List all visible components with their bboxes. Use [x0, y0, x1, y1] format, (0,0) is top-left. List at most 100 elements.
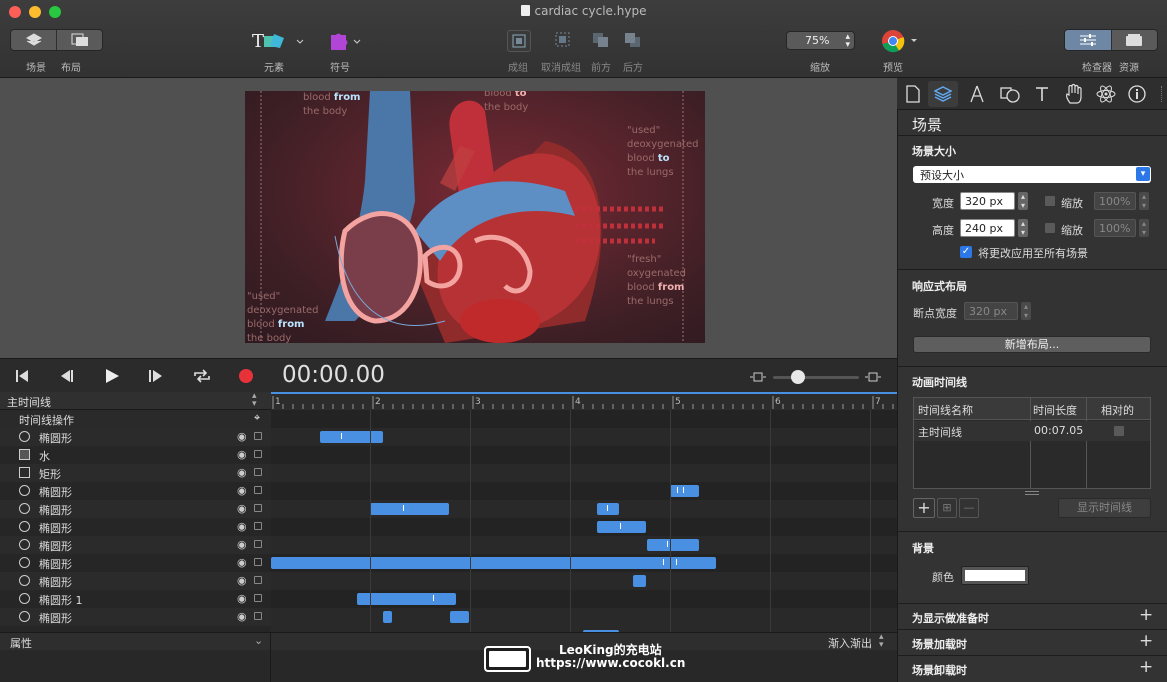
apply-all-checkbox[interactable]: ✓	[960, 246, 972, 258]
loop-icon[interactable]	[192, 367, 212, 385]
eye-icon[interactable]: ◉	[237, 610, 247, 623]
preview-button[interactable]	[881, 29, 921, 53]
lock-icon[interactable]	[254, 468, 262, 476]
document-icon[interactable]	[905, 85, 921, 103]
timeline-actions-row[interactable]: 时间线操作 ⌖	[0, 410, 271, 428]
scale-height-checkbox[interactable]	[1044, 222, 1056, 234]
inspector-button[interactable]	[1065, 30, 1112, 50]
resources-button[interactable]	[1112, 30, 1158, 50]
track-row[interactable]	[271, 518, 897, 536]
layer-row[interactable]: 椭圆形 ◉	[0, 428, 271, 446]
track-row[interactable]	[271, 590, 897, 608]
add-timeline-button[interactable]: +	[913, 498, 935, 518]
layer-row[interactable]: 椭圆形 ◉	[0, 500, 271, 518]
scale-width-field[interactable]: 100%	[1094, 192, 1136, 210]
eye-icon[interactable]: ◉	[237, 520, 247, 533]
relative-checkbox[interactable]	[1113, 425, 1125, 437]
preset-size-select[interactable]: 预设大小 ▾	[913, 166, 1151, 183]
eye-icon[interactable]: ◉	[237, 574, 247, 587]
resize-handle[interactable]	[1025, 491, 1039, 495]
breakpoint-field[interactable]: 320 px	[964, 302, 1018, 320]
keyframe-marker[interactable]	[667, 541, 668, 547]
width-field[interactable]: 320 px	[960, 192, 1015, 210]
track-row[interactable]	[271, 608, 897, 626]
layer-row[interactable]: 椭圆形 ◉	[0, 608, 271, 626]
lock-icon[interactable]	[254, 540, 262, 548]
overflow-icon[interactable]	[1161, 86, 1163, 102]
symbols-button[interactable]	[328, 30, 364, 52]
scene-tab[interactable]	[928, 81, 958, 107]
eye-icon[interactable]: ◉	[237, 448, 247, 461]
pen-icon[interactable]	[969, 85, 985, 103]
width-stepper[interactable]: ▴ ▾	[1018, 192, 1028, 210]
timeline-zoom-knob[interactable]	[791, 370, 805, 384]
layer-row[interactable]: 椭圆形 ◉	[0, 572, 271, 590]
layout-button[interactable]	[57, 30, 102, 50]
group-button[interactable]	[507, 30, 531, 52]
scene-stage[interactable]: blood from the body blood to the body "use…	[245, 91, 705, 343]
animation-segment[interactable]	[370, 503, 449, 515]
timeline-selector[interactable]: 主时间线 ▴ ▾	[0, 392, 271, 410]
track-row[interactable]	[271, 500, 897, 518]
bring-front-button[interactable]	[590, 30, 614, 52]
previous-keyframe-icon[interactable]	[58, 368, 76, 384]
timeline-tracks[interactable]: 1 2 3 4 5 6 7	[271, 392, 897, 632]
record-icon[interactable]	[238, 368, 254, 384]
eye-icon[interactable]: ◉	[237, 556, 247, 569]
remove-timeline-button[interactable]: —	[959, 498, 979, 518]
keyframe-marker[interactable]	[607, 505, 608, 511]
add-action-icon[interactable]: ⌖	[254, 411, 260, 425]
animation-segment[interactable]	[383, 611, 392, 623]
animation-segment[interactable]	[450, 611, 469, 623]
keyframe-marker[interactable]	[663, 559, 664, 565]
lock-icon[interactable]	[254, 558, 262, 566]
inspector-resources-toggle[interactable]	[1064, 29, 1158, 51]
lock-icon[interactable]	[254, 612, 262, 620]
show-timeline-button[interactable]: 显示时间线	[1058, 498, 1151, 518]
layer-row[interactable]: 椭圆形 ◉	[0, 554, 271, 572]
timeline-zoom-slider[interactable]	[773, 376, 859, 379]
track-row[interactable]	[271, 428, 897, 446]
time-ruler[interactable]: 1 2 3 4 5 6 7	[271, 392, 897, 410]
easing-label[interactable]: 渐入渐出	[828, 635, 872, 651]
track-row[interactable]	[271, 554, 897, 572]
add-unload-action-button[interactable]: +	[1139, 657, 1153, 677]
lock-icon[interactable]	[254, 594, 262, 602]
lock-icon[interactable]	[254, 504, 262, 512]
keyframe-marker[interactable]	[433, 595, 434, 601]
zoom-out-timeline-icon[interactable]	[750, 371, 766, 383]
track-row[interactable]	[271, 572, 897, 590]
lock-icon[interactable]	[254, 522, 262, 530]
scale-height-stepper[interactable]: ▴ ▾	[1139, 219, 1149, 237]
ungroup-button[interactable]	[552, 30, 576, 52]
next-keyframe-icon[interactable]	[147, 368, 165, 384]
eye-icon[interactable]: ◉	[237, 430, 247, 443]
animation-segment[interactable]	[271, 557, 716, 569]
info-icon[interactable]	[1128, 85, 1146, 103]
animation-segment[interactable]	[647, 539, 699, 551]
animation-segment[interactable]	[670, 485, 699, 497]
new-layout-button[interactable]: 新增布局...	[913, 336, 1151, 353]
go-to-start-icon[interactable]	[14, 368, 30, 384]
track-row[interactable]	[271, 482, 897, 500]
play-icon[interactable]	[104, 368, 120, 384]
zoom-select[interactable]: 75% ▴ ▾	[786, 31, 855, 50]
shapes-icon[interactable]	[1000, 85, 1020, 103]
add-prepare-action-button[interactable]: +	[1139, 605, 1153, 625]
eye-icon[interactable]: ◉	[237, 484, 247, 497]
breakpoint-stepper[interactable]: ▴ ▾	[1021, 302, 1031, 320]
layer-row[interactable]: 水 ◉	[0, 446, 271, 464]
animation-segment[interactable]	[633, 575, 646, 587]
keyframe-marker[interactable]	[403, 505, 404, 511]
scale-height-field[interactable]: 100%	[1094, 219, 1136, 237]
height-stepper[interactable]: ▴ ▾	[1018, 219, 1028, 237]
eye-icon[interactable]: ◉	[237, 502, 247, 515]
keyframe-marker[interactable]	[677, 487, 678, 493]
keyframe-marker[interactable]	[341, 433, 342, 439]
lock-icon[interactable]	[254, 576, 262, 584]
background-color-well[interactable]	[961, 566, 1029, 585]
animation-segment[interactable]	[320, 431, 383, 443]
duplicate-timeline-button[interactable]: ⊞	[937, 498, 957, 518]
hand-icon[interactable]	[1064, 83, 1084, 105]
track-row[interactable]	[271, 464, 897, 482]
